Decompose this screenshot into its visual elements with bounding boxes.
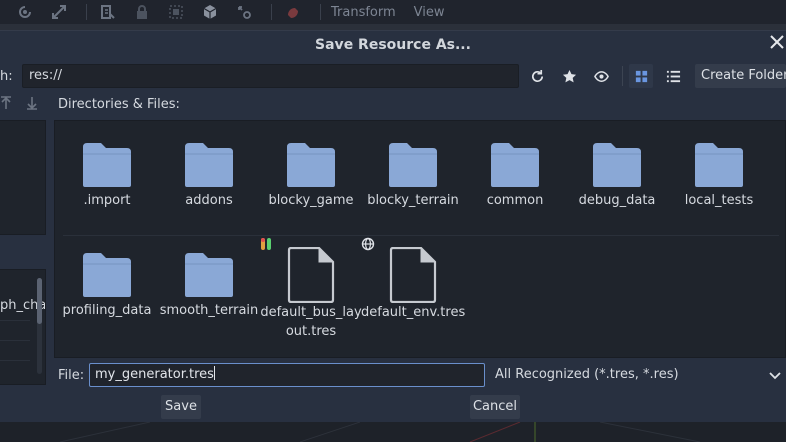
save-button[interactable]: Save: [161, 395, 201, 419]
viewport-background: [0, 422, 786, 442]
editor-toolbar: Transform View: [0, 0, 786, 24]
save-resource-dialog: Save Resource As... h: res:// Create Fol…: [0, 30, 786, 422]
file-filter-select[interactable]: All Recognized (*.tres, *.res): [489, 363, 786, 387]
environment-globe-icon: [361, 237, 375, 251]
refresh-icon: [531, 69, 543, 82]
grid-view-button[interactable]: [629, 64, 653, 88]
refresh-button[interactable]: [525, 64, 549, 88]
folder-icon: [287, 141, 335, 189]
menu-transform[interactable]: Transform: [331, 5, 396, 20]
group-icon[interactable]: [165, 1, 187, 23]
create-folder-button[interactable]: Create Folder: [695, 64, 786, 88]
menu-view[interactable]: View: [414, 5, 445, 20]
filename-text: my_generator.tres: [95, 367, 214, 382]
dialog-title: Save Resource As...: [315, 37, 471, 53]
audio-bus-icon: [259, 237, 273, 251]
close-button[interactable]: [770, 35, 786, 53]
folder-icon: [83, 141, 131, 189]
file-name: .import: [83, 193, 131, 208]
tool-icon[interactable]: [282, 1, 304, 23]
favorite-button[interactable]: [557, 64, 581, 88]
pivot-icon[interactable]: [233, 1, 255, 23]
rotate-icon[interactable]: [14, 1, 36, 23]
viewport-grid: [59, 422, 701, 442]
directories-files-label: Directories & Files:: [58, 97, 180, 112]
file-name: default_env.tres: [361, 305, 466, 320]
files-grid: .import addons blocky_game blocky_terrain co…: [54, 120, 786, 358]
list-divider: [0, 360, 30, 361]
favorites-panel[interactable]: [0, 120, 46, 235]
folder-icon: [491, 141, 539, 189]
toggle-hidden-button[interactable]: [589, 64, 613, 88]
folder-icon: [593, 141, 641, 189]
file-name-line1: default_bus_lay: [260, 305, 362, 320]
star-icon: [562, 69, 576, 82]
cancel-button[interactable]: Cancel: [470, 395, 520, 419]
file-icon: [287, 246, 335, 304]
file-name-line2: out.tres: [285, 324, 337, 339]
close-icon: [770, 35, 784, 49]
list-divider: [0, 340, 30, 341]
arrow-up-icon: [1, 96, 11, 109]
chevron-down-icon: [769, 372, 781, 380]
scale-icon[interactable]: [48, 1, 70, 23]
lock-icon[interactable]: [131, 1, 153, 23]
move-down-button[interactable]: [26, 96, 38, 110]
list-view-icon: [666, 70, 680, 82]
arrow-down-icon: [27, 97, 37, 110]
text-caret: [213, 366, 215, 380]
recent-scrollbar-thumb[interactable]: [37, 278, 42, 324]
cube-icon[interactable]: [199, 1, 221, 23]
toolbar-separator: [86, 4, 87, 20]
folder-icon: [389, 141, 437, 189]
folder-icon: [695, 141, 743, 189]
row-divider: [63, 235, 779, 236]
toolbar-separator: [271, 4, 272, 20]
eye-icon: [593, 70, 609, 82]
file-name: blocky_game: [268, 193, 354, 208]
file-name: addons: [185, 193, 233, 208]
list-select-icon[interactable]: [97, 1, 119, 23]
folder-icon: [185, 141, 233, 189]
filename-input[interactable]: my_generator.tres: [89, 363, 485, 387]
file-filter-value: All Recognized (*.tres, *.res): [495, 367, 679, 382]
path-input[interactable]: res://: [22, 64, 519, 88]
file-name: local_tests: [684, 193, 754, 208]
folder-icon: [83, 251, 131, 299]
toolbar-separator: [320, 4, 321, 20]
move-up-button[interactable]: [0, 96, 12, 110]
list-view-button[interactable]: [661, 64, 685, 88]
grid-view-icon: [635, 70, 647, 82]
file-name: common: [486, 193, 544, 208]
file-name: blocky_terrain: [367, 193, 459, 208]
file-icon: [389, 246, 437, 304]
list-divider: [0, 320, 30, 321]
path-separator: [622, 66, 623, 86]
recent-panel[interactable]: ph_char: [0, 269, 46, 385]
folder-icon: [185, 251, 233, 299]
file-name: debug_data: [578, 193, 656, 208]
file-name: smooth_terrain: [159, 303, 259, 318]
file-name: profiling_data: [62, 303, 152, 318]
path-label: h:: [0, 69, 13, 84]
file-label: File:: [58, 368, 85, 383]
